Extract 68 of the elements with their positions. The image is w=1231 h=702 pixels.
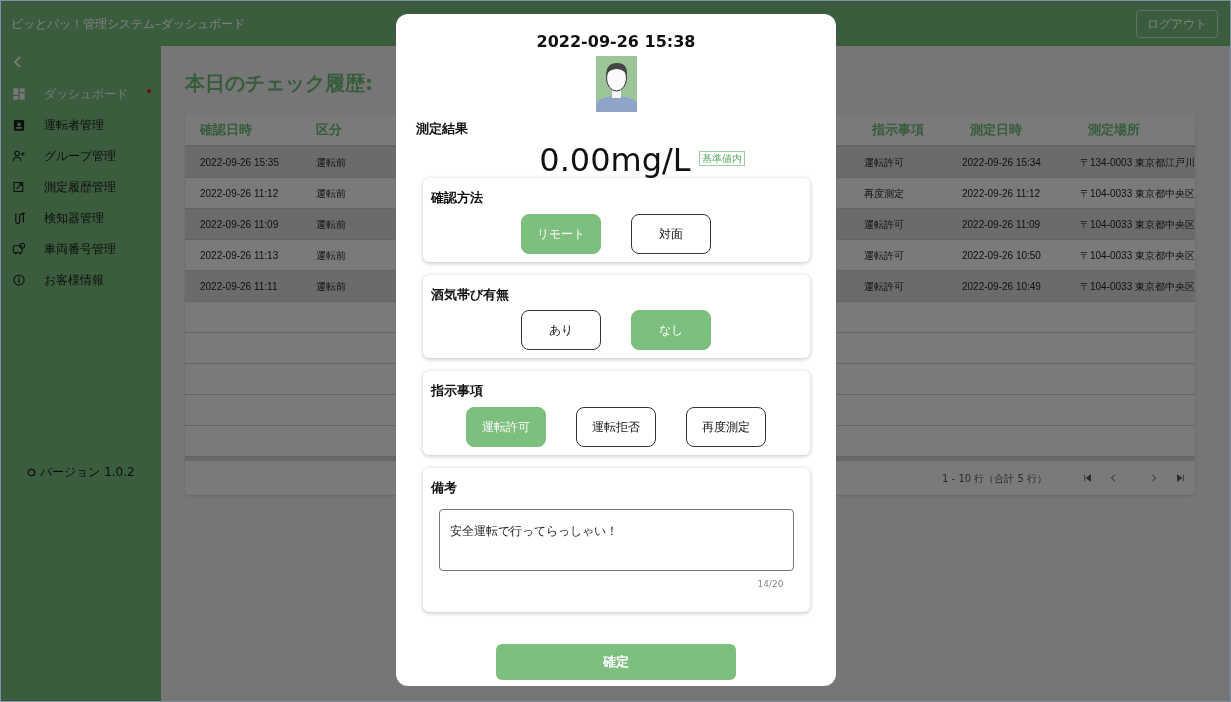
column-header: 測定日時 (969, 121, 1023, 140)
table-cell-text: 2022-09-26 15:35 (199, 155, 280, 170)
first-page-icon[interactable] (1083, 473, 1093, 483)
option-button[interactable]: 運転許可 (466, 406, 546, 447)
sidebar-item[interactable]: 車両番号管理 (1, 233, 161, 264)
option-button[interactable]: 再度測定 (686, 406, 766, 447)
table-cell-text: 2022-09-26 11:13 (199, 248, 280, 263)
option-button[interactable]: リモート (521, 213, 601, 254)
avatar (595, 56, 637, 112)
column-header: 測定場所 (1087, 121, 1140, 140)
table-cell-text: 〒134-0003 東京都江戸川 (1078, 155, 1195, 170)
option-button[interactable]: あり (521, 310, 601, 350)
table-cell-text: 再度測定 (862, 186, 905, 201)
sidebar-item[interactable]: 測定履歴管理 (1, 171, 161, 202)
chevron-left-icon[interactable] (13, 56, 23, 68)
column-header: 指示事項 (870, 121, 925, 140)
table-cell-text: 運転前 (315, 186, 347, 201)
section-label: 酒気帯び有無 (430, 285, 510, 304)
option-button[interactable]: なし (631, 310, 711, 350)
table-cell-text: 2022-09-26 11:12 (960, 186, 1042, 201)
column-header: 確認日時 (198, 121, 253, 140)
id-card-icon (12, 117, 26, 132)
section-label: 指示事項 (430, 382, 484, 400)
table-cell-text: 〒104-0033 東京都中央区 (1078, 186, 1195, 201)
table-cell-text: 〒104-0033 東京都中央区 (1078, 217, 1195, 232)
remarks-field[interactable]: 安全運転で行ってらっしゃい！ (438, 509, 794, 571)
section-label: 確認方法 (430, 189, 484, 207)
sidebar-item[interactable]: グループ管理 (1, 140, 161, 171)
version-label: バージョン 1.0.2 (40, 464, 135, 481)
option-button[interactable]: 対面 (631, 213, 711, 254)
table-cell-text: 〒104-0033 東京都中央区 (1078, 279, 1195, 294)
grid-icon (12, 86, 26, 101)
last-page-icon[interactable] (1175, 473, 1185, 483)
section-label: 備考 (430, 478, 458, 497)
chevron-right-icon[interactable] (1149, 473, 1159, 483)
sidebar-item[interactable]: お客様情報 (1, 264, 161, 295)
table-cell-text: 2022-09-26 10:50 (960, 248, 1042, 263)
table-cell-text: 運転前 (315, 279, 347, 294)
column-header: 区分 (315, 121, 343, 140)
sidebar-item[interactable]: 検知器管理 (1, 202, 161, 233)
dialog-title: 2022-09-26 15:38 (536, 32, 696, 52)
table-cell-text: 運転許可 (862, 155, 905, 170)
table-cell-text: 2022-09-26 11:09 (199, 217, 280, 232)
page-heading: 本日のチェック履歴: (185, 70, 373, 97)
table-cell-text: 2022-09-26 11:09 (960, 217, 1042, 232)
table-cell-text: 運転許可 (862, 279, 905, 294)
table-cell-text: 運転許可 (862, 217, 905, 232)
table-cell-text: 2022-09-26 10:49 (960, 279, 1042, 294)
pagination-label: 1 - 10 行（合計 5 行） (942, 471, 1047, 486)
table-cell-text: 2022-09-26 11:12 (199, 186, 280, 201)
result-value: 0.00mg/L (539, 142, 691, 178)
info-icon (12, 272, 26, 287)
section-label: 測定結果 (416, 121, 468, 136)
character-counter: 14/20 (757, 578, 784, 591)
option-button[interactable]: 運転拒否 (576, 406, 656, 447)
table-cell-text: 2022-09-26 15:34 (960, 155, 1042, 170)
sidebar-item[interactable]: 運転者管理 (1, 109, 161, 140)
table-cell-text: 運転前 (315, 248, 347, 263)
table-cell-text: 運転許可 (862, 248, 905, 263)
table-cell-text: 運転前 (315, 155, 347, 170)
status-badge: 基準値内 (698, 151, 745, 166)
confirm-button[interactable]: 確定 (496, 644, 736, 680)
bus-icon (12, 241, 26, 256)
person-add-icon (12, 148, 26, 163)
table-cell-text: 2022-09-26 11:11 (199, 279, 279, 294)
table-cell-text: 〒104-0033 東京都中央区 (1078, 248, 1195, 263)
table-cell-text: 運転前 (315, 217, 347, 232)
probe-icon (12, 210, 26, 225)
